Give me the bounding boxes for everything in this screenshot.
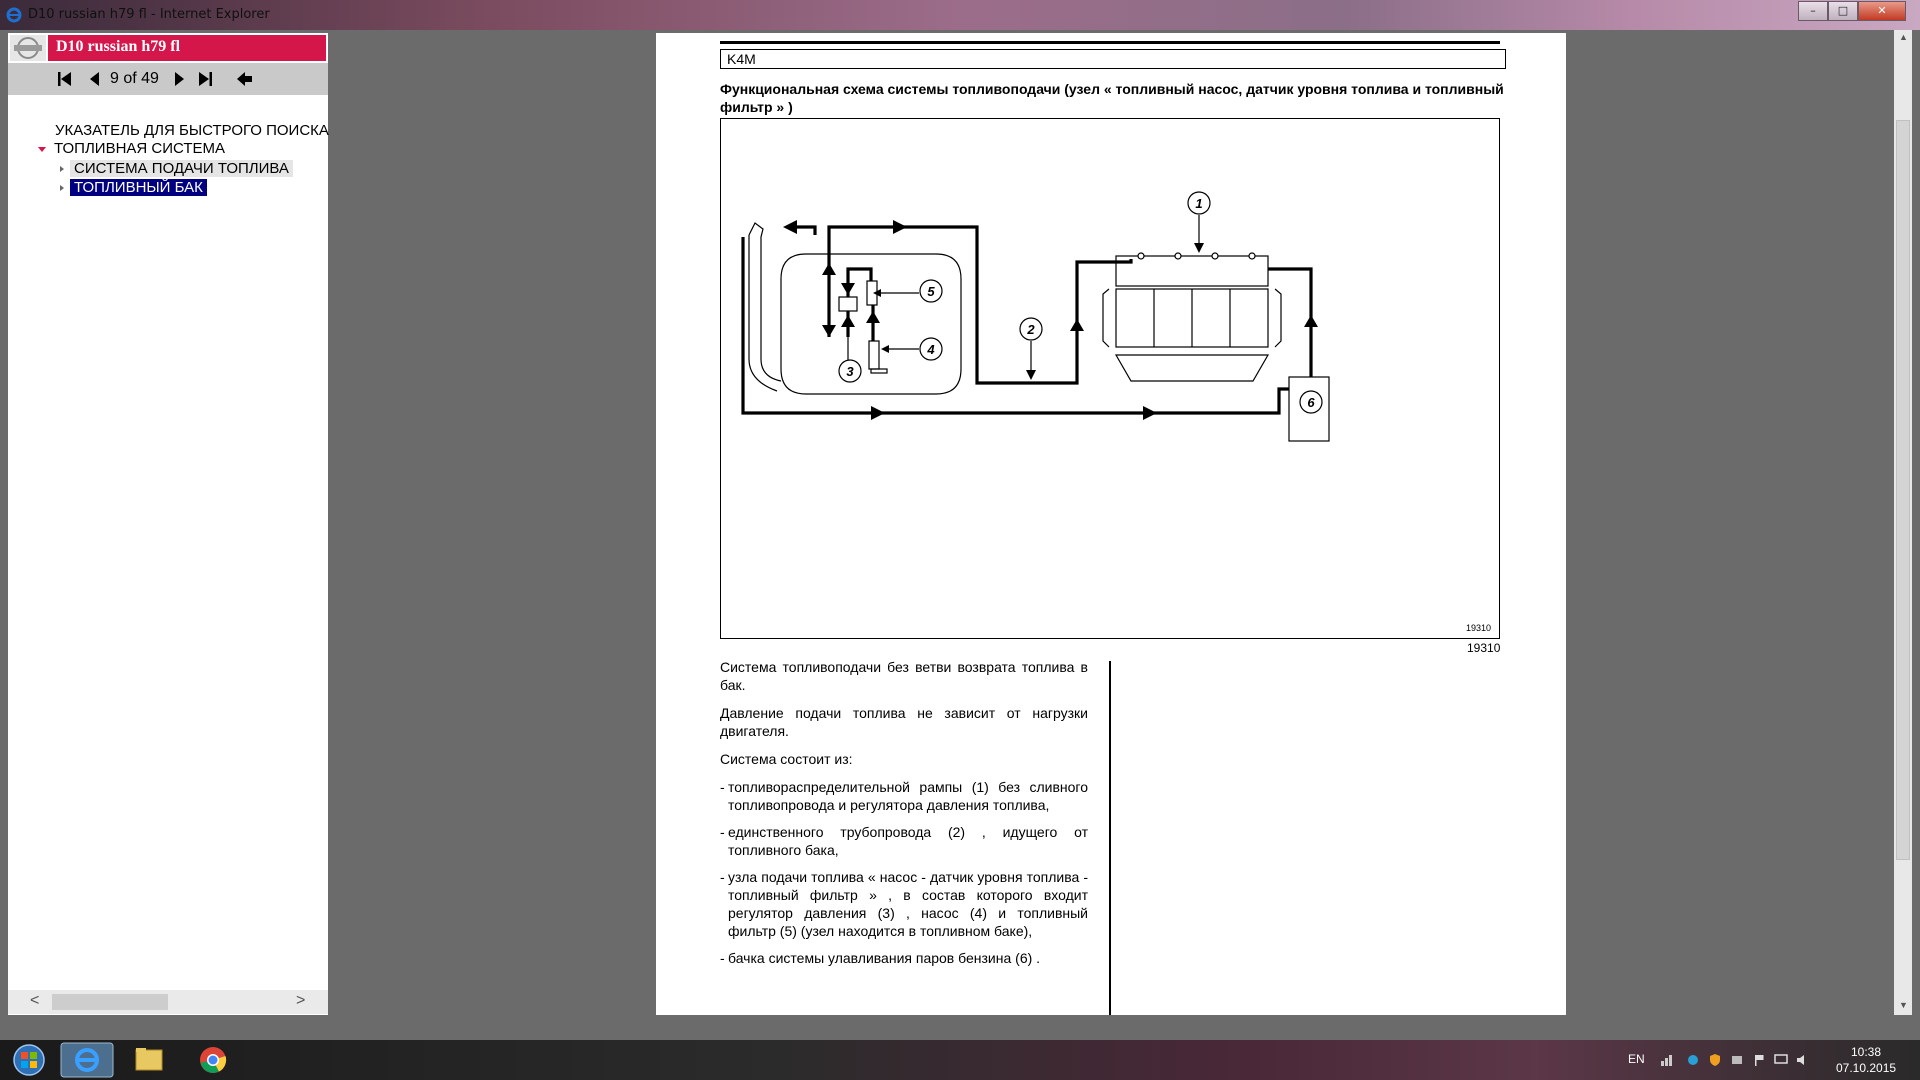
horizontal-scrollbar[interactable]: < > — [8, 990, 328, 1014]
toc-item-label: СИСТЕМА ПОДАЧИ ТОПЛИВА — [70, 160, 293, 177]
page-navigation-toolbar: 9 of 49 — [8, 63, 328, 95]
window-title: D10 russian h79 fl - Internet Explorer — [28, 7, 270, 22]
collapsed-triangle-icon[interactable] — [60, 166, 64, 173]
callout-label-5: 5 — [927, 284, 935, 299]
scroll-right-icon[interactable]: > — [296, 992, 305, 1010]
collapsed-triangle-icon[interactable] — [60, 185, 64, 192]
clock-date: 07.10.2015 — [1836, 1061, 1897, 1075]
close-button[interactable]: ✕ — [1858, 1, 1906, 21]
paragraph: Система топливоподачи без ветви возврата… — [720, 659, 1088, 693]
next-page-icon[interactable] — [170, 71, 188, 87]
header-rule — [720, 41, 1500, 44]
toc-item-label: ТОПЛИВНЫЙ БАК — [70, 179, 207, 196]
clock-time: 10:38 — [1850, 1045, 1882, 1059]
toc-item-label: УКАЗАТЕЛЬ ДЛЯ БЫСТРОГО ПОИСКА — [55, 122, 329, 139]
start-button-icon[interactable] — [2, 1042, 56, 1078]
maximize-button[interactable]: □ — [1828, 1, 1858, 21]
scrollbar-thumb[interactable] — [1896, 120, 1910, 860]
toc-item-fuel-supply-system[interactable]: СИСТЕМА ПОДАЧИ ТОПЛИВА — [60, 160, 293, 177]
callout-label-2: 2 — [1026, 322, 1035, 337]
update-icon[interactable] — [1686, 1053, 1700, 1067]
toc-item-fuel-system[interactable]: ТОПЛИВНАЯ СИСТЕМА — [38, 140, 225, 157]
scroll-up-icon[interactable]: ▲ — [1899, 32, 1908, 42]
vertical-scrollbar[interactable]: ▲ ▼ — [1894, 30, 1912, 1015]
chrome-icon[interactable] — [186, 1042, 240, 1078]
figure-id-inner: 19310 — [1466, 623, 1492, 633]
list-item: - единственного трубопровода (2) , идущег… — [720, 824, 1088, 858]
engine-code-box: K4M — [720, 49, 1506, 69]
toc-item-quick-search-index[interactable]: УКАЗАТЕЛЬ ДЛЯ БЫСТРОГО ПОИСКА — [55, 122, 329, 139]
last-page-icon[interactable] — [196, 71, 214, 87]
callout-label-3: 3 — [846, 364, 854, 379]
minimize-button[interactable]: – — [1798, 1, 1828, 21]
page-counter: 9 of 49 — [110, 70, 159, 87]
taskbar: EN 10:38 07.10.2015 — [0, 1040, 1920, 1080]
toc-item-fuel-tank[interactable]: ТОПЛИВНЫЙ БАК — [60, 179, 207, 196]
window-title-bar: D10 russian h79 fl - Internet Explorer –… — [0, 0, 1920, 30]
device-icon[interactable] — [1730, 1053, 1744, 1067]
previous-page-icon[interactable] — [86, 71, 104, 87]
network-icon[interactable] — [1660, 1053, 1674, 1067]
fuel-system-schematic: 1 2 3 4 5 6 — [741, 191, 1330, 442]
callout-label-1: 1 — [1195, 196, 1202, 211]
scheme-title: Функциональная схема системы топливопода… — [720, 81, 1504, 115]
brand-logo-icon — [10, 35, 46, 61]
paragraph: Давление подачи топлива не зависит от на… — [720, 705, 1088, 739]
column-divider — [1109, 661, 1111, 1015]
file-explorer-icon[interactable] — [122, 1042, 176, 1078]
list-item: - узла подачи топлива « насос - датчик ур… — [720, 869, 1088, 939]
security-icon[interactable] — [1708, 1053, 1722, 1067]
paragraph: Система состоит из: — [720, 751, 853, 767]
flag-icon[interactable] — [1752, 1053, 1766, 1067]
back-arrow-icon[interactable] — [236, 71, 254, 87]
system-clock[interactable]: 10:38 07.10.2015 — [1836, 1044, 1896, 1076]
document-page: K4M Функциональная схема системы топливо… — [656, 33, 1566, 1015]
display-icon[interactable] — [1774, 1053, 1788, 1067]
toc-item-label: ТОПЛИВНАЯ СИСТЕМА — [54, 140, 226, 157]
expanded-triangle-icon[interactable] — [38, 146, 46, 152]
figure-id: 19310 — [1467, 641, 1501, 655]
language-indicator[interactable]: EN — [1628, 1052, 1645, 1066]
fuel-system-diagram: 1 2 3 4 5 6 19310 — [720, 118, 1500, 639]
first-page-icon[interactable] — [56, 71, 74, 87]
app-frame: D10 russian h79 fl 9 of 49 УКАЗАТЕЛЬ ДЛЯ… — [0, 30, 1920, 1040]
body-text: Система топливоподачи без ветви возврата… — [720, 658, 1088, 976]
volume-icon[interactable] — [1796, 1053, 1810, 1067]
callout-label-6: 6 — [1307, 395, 1315, 410]
callout-label-4: 4 — [926, 342, 935, 357]
internet-explorer-icon — [6, 7, 22, 23]
navigation-pane: D10 russian h79 fl 9 of 49 УКАЗАТЕЛЬ ДЛЯ… — [8, 33, 329, 1015]
scroll-down-icon[interactable]: ▼ — [1899, 1000, 1908, 1010]
app-title: D10 russian h79 fl — [48, 35, 326, 61]
internet-explorer-taskbar-icon[interactable] — [60, 1042, 114, 1078]
scrollbar-thumb[interactable] — [52, 994, 168, 1010]
list-item: - бачка системы улавливания паров бензина… — [720, 950, 1041, 966]
scroll-left-icon[interactable]: < — [30, 992, 39, 1010]
list-item: - топливораспределительной рампы (1) без … — [720, 779, 1088, 813]
